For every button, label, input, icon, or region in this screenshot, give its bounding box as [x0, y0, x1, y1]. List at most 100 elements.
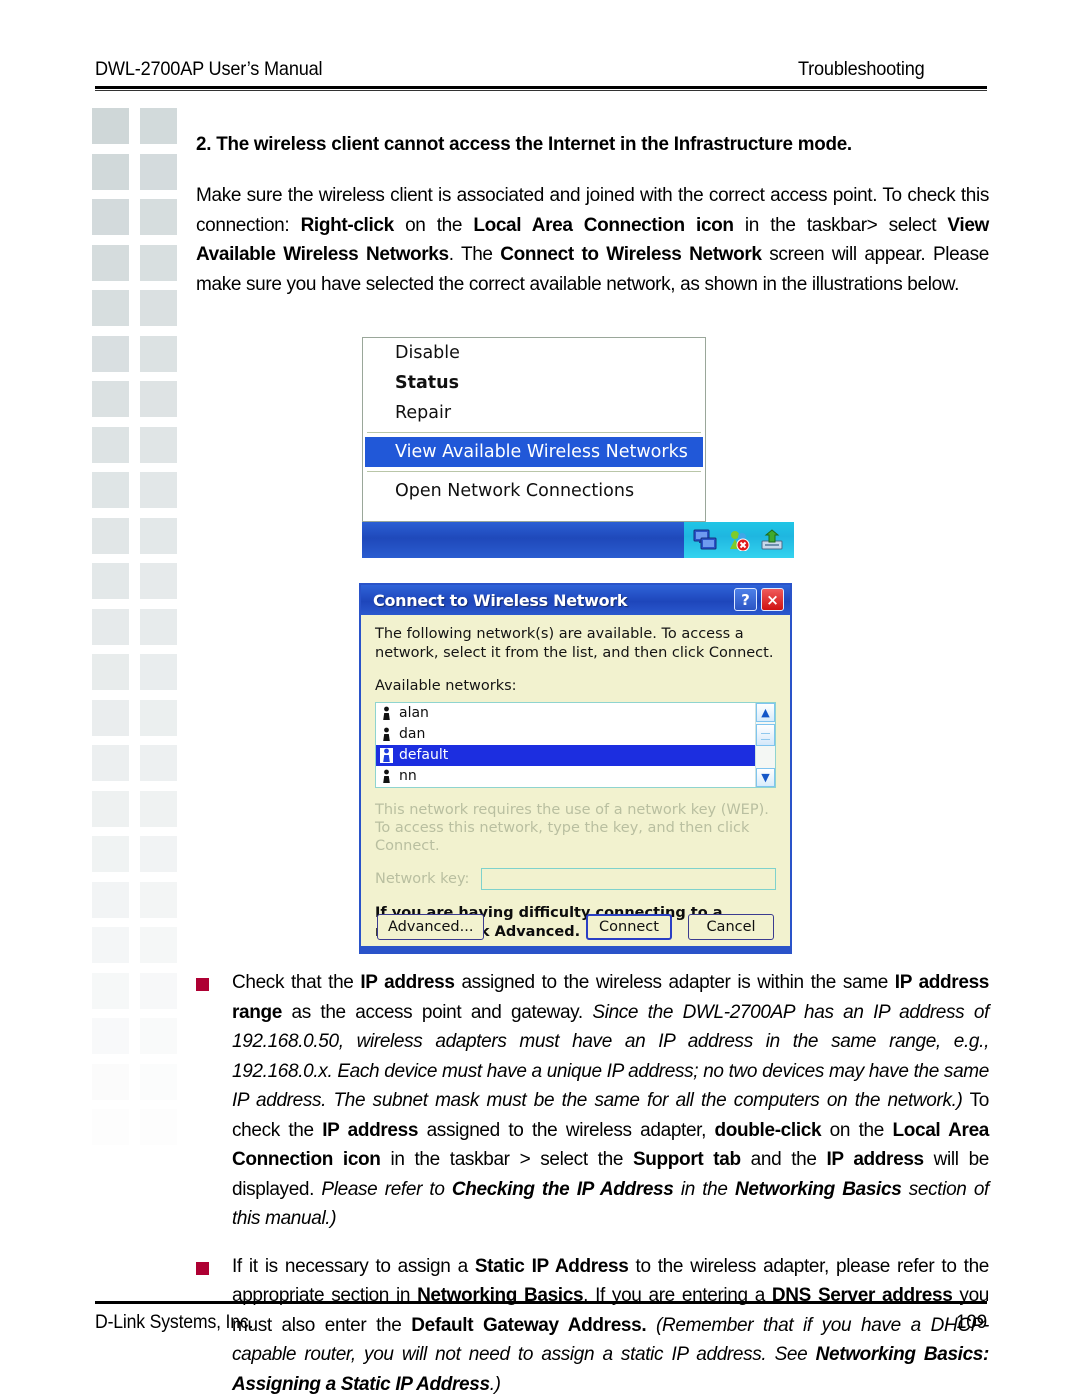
dialog-description: The following network(s) are available. …: [375, 625, 776, 663]
decorative-square: [92, 245, 129, 281]
decorative-square: [140, 1155, 177, 1191]
decorative-square: [92, 1109, 129, 1145]
available-networks-list[interactable]: alan dan default: [375, 702, 776, 788]
scrollbar-thumb[interactable]: [756, 724, 775, 746]
help-icon[interactable]: ?: [734, 588, 757, 611]
bullet-square-icon: [196, 978, 209, 991]
decorative-square: [140, 336, 177, 372]
dialog-body: The following network(s) are available. …: [361, 615, 790, 942]
decorative-square: [140, 654, 177, 690]
decorative-square: [140, 1246, 177, 1282]
decorative-square: [140, 518, 177, 554]
decorative-square: [92, 791, 129, 827]
close-icon[interactable]: ×: [761, 588, 784, 611]
decorative-square: [92, 609, 129, 645]
decorative-square: [92, 700, 129, 736]
main-content: 2. The wireless client cannot access the…: [196, 132, 989, 299]
decorative-square: [140, 1064, 177, 1100]
list-item[interactable]: dan: [376, 724, 775, 745]
header-rule: [95, 86, 987, 89]
safely-remove-hardware-icon[interactable]: [759, 529, 785, 551]
decorative-square: [92, 427, 129, 463]
decorative-square: [140, 1018, 177, 1054]
network-name: alan: [393, 704, 429, 723]
system-tray: [684, 522, 794, 558]
dialog-button-row: Advanced... Connect Cancel: [361, 914, 790, 940]
decorative-square: [140, 472, 177, 508]
network-key-row: Network key:: [375, 868, 776, 890]
bullet-item-ip-address: Check that the IP address assigned to th…: [196, 968, 989, 1234]
menu-separator-bottom: [367, 471, 701, 472]
decorative-square: [92, 882, 129, 918]
networks-scrollbar[interactable]: ▲ ▼: [755, 703, 775, 787]
taskbar-strip: [362, 522, 794, 558]
decorative-square: [140, 882, 177, 918]
menu-item-repair[interactable]: Repair: [363, 398, 705, 428]
advanced-button[interactable]: Advanced...: [377, 914, 484, 940]
bullet-square-icon: [196, 1262, 209, 1275]
list-item[interactable]: alan: [376, 703, 775, 724]
decorative-square: [92, 927, 129, 963]
menu-item-open-network-connections[interactable]: Open Network Connections: [363, 476, 705, 506]
decorative-square: [140, 154, 177, 190]
decorative-square: [92, 154, 129, 190]
dialog-title: Connect to Wireless Network: [373, 591, 627, 610]
decorative-square: [140, 700, 177, 736]
page-footer: D-Link Systems, Inc. 109: [95, 1312, 987, 1334]
decorative-square: [92, 472, 129, 508]
footer-rule: [95, 1301, 987, 1304]
decorative-square-column: [92, 108, 190, 1293]
chevron-down-icon[interactable]: ▼: [756, 768, 775, 787]
wireless-disconnected-icon[interactable]: [726, 529, 752, 551]
decorative-square: [140, 108, 177, 144]
decorative-square: [92, 563, 129, 599]
decorative-square: [92, 381, 129, 417]
decorative-square: [140, 609, 177, 645]
menu-item-disable[interactable]: Disable: [363, 338, 705, 368]
decorative-square: [140, 973, 177, 1009]
decorative-square: [92, 108, 129, 144]
wireless-network-icon: [380, 748, 393, 763]
decorative-square: [92, 1018, 129, 1054]
footer-company: D-Link Systems, Inc.: [95, 1312, 253, 1334]
available-networks-label: Available networks:: [375, 677, 776, 696]
header-manual-title: DWL-2700AP User’s Manual: [95, 58, 322, 81]
menu-item-view-available-wireless-networks[interactable]: View Available Wireless Networks: [365, 437, 703, 467]
chevron-up-icon[interactable]: ▲: [756, 703, 775, 722]
footer-page-number: 109: [956, 1312, 987, 1334]
menu-item-status[interactable]: Status: [363, 368, 705, 398]
connect-button[interactable]: Connect: [586, 914, 672, 940]
decorative-square: [140, 245, 177, 281]
decorative-square: [92, 518, 129, 554]
list-item[interactable]: nn: [376, 766, 775, 787]
bullet-1-text: Check that the IP address assigned to th…: [232, 968, 989, 1234]
menu-separator-top: [367, 432, 701, 433]
network-key-input[interactable]: [481, 868, 776, 890]
cancel-button[interactable]: Cancel: [688, 914, 774, 940]
decorative-square: [92, 290, 129, 326]
decorative-square: [92, 1246, 129, 1282]
selection-highlight: [403, 745, 738, 766]
wireless-network-icon: [380, 769, 393, 784]
decorative-square: [92, 336, 129, 372]
decorative-square: [140, 927, 177, 963]
wep-notice: This network requires the use of a netwo…: [375, 801, 776, 855]
decorative-square: [140, 427, 177, 463]
connect-to-wireless-network-dialog: Connect to Wireless Network ? × The foll…: [359, 583, 792, 954]
page-title: 2. The wireless client cannot access the…: [196, 132, 961, 156]
decorative-square: [92, 1064, 129, 1100]
network-name: nn: [393, 767, 417, 786]
decorative-square: [140, 791, 177, 827]
network-name: dan: [393, 725, 425, 744]
decorative-square: [92, 1155, 129, 1191]
decorative-square: [92, 199, 129, 235]
wireless-network-icon: [380, 727, 393, 742]
decorative-square: [92, 1200, 129, 1236]
decorative-square: [92, 654, 129, 690]
decorative-square: [140, 1200, 177, 1236]
running-header: DWL-2700AP User’s Manual Troubleshooting: [95, 58, 925, 81]
list-item-selected[interactable]: default: [376, 745, 775, 766]
header-section-title: Troubleshooting: [798, 58, 925, 81]
decorative-square: [92, 973, 129, 1009]
network-connection-icon[interactable]: [693, 529, 719, 551]
